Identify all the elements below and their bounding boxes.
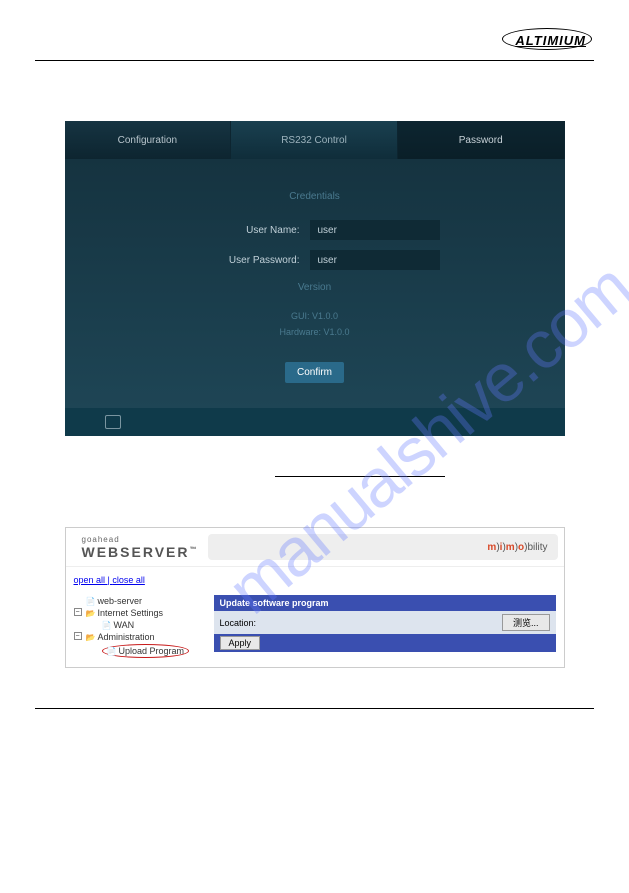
password-input[interactable] bbox=[310, 250, 440, 270]
collapse-icon[interactable]: − bbox=[74, 632, 82, 640]
tab-configuration[interactable]: Configuration bbox=[65, 121, 232, 159]
webserver-logo: goahead WEBSERVER™ bbox=[72, 535, 199, 560]
tree-wan[interactable]: WAN bbox=[74, 619, 198, 631]
tree-administration[interactable]: −Administration bbox=[74, 631, 198, 643]
tab-password[interactable]: Password bbox=[398, 121, 565, 159]
browse-button[interactable]: 测览... bbox=[502, 614, 550, 631]
banner: m)i)m)o)bility bbox=[208, 534, 557, 560]
username-input[interactable] bbox=[310, 220, 440, 240]
close-all-link[interactable]: close all bbox=[112, 575, 145, 585]
tab-rs232-control[interactable]: RS232 Control bbox=[231, 121, 398, 159]
folder-icon bbox=[86, 632, 96, 640]
tree-webserver[interactable]: web-server bbox=[74, 595, 198, 607]
tree-upload-program[interactable]: Upload Program bbox=[74, 643, 198, 659]
version-title: Version bbox=[95, 282, 535, 293]
page-icon bbox=[86, 596, 96, 604]
footer-rule bbox=[35, 708, 594, 709]
tree-internet-settings[interactable]: −Internet Settings bbox=[74, 607, 198, 619]
webserver-panel: goahead WEBSERVER™ m)i)m)o)bility open a… bbox=[65, 527, 565, 668]
nav-tree: open all | close all web-server −Interne… bbox=[66, 567, 206, 667]
tab-bar: Configuration RS232 Control Password bbox=[65, 121, 565, 159]
goahead-text: goahead bbox=[82, 535, 199, 544]
update-software-header: Update software program bbox=[214, 595, 556, 611]
folder-icon bbox=[86, 608, 96, 616]
credentials-panel: Configuration RS232 Control Password Cre… bbox=[65, 121, 565, 436]
confirm-button[interactable]: Confirm bbox=[285, 362, 344, 383]
header-rule bbox=[35, 60, 594, 61]
mimo-logo: m)i)m)o)bility bbox=[487, 542, 547, 553]
open-all-link[interactable]: open all bbox=[74, 575, 106, 585]
username-label: User Name: bbox=[190, 225, 300, 236]
password-label: User Password: bbox=[190, 255, 300, 266]
logo-text: ALTIMIUM bbox=[515, 33, 586, 48]
page-header: ALTIMIUM bbox=[35, 30, 594, 52]
apply-button[interactable]: Apply bbox=[220, 636, 261, 650]
page-icon bbox=[102, 620, 112, 628]
page-icon bbox=[107, 646, 117, 654]
gui-version: GUI: V1.0.0 bbox=[95, 311, 535, 321]
panel-footer bbox=[65, 408, 565, 436]
hardware-version: Hardware: V1.0.0 bbox=[95, 327, 535, 337]
content-area: Update software program Location: 测览... … bbox=[206, 567, 564, 667]
webserver-text: WEBSERVER bbox=[82, 544, 190, 560]
location-label: Location: bbox=[220, 618, 257, 628]
mid-underline bbox=[275, 476, 445, 477]
chat-icon[interactable] bbox=[105, 415, 121, 429]
altimium-logo: ALTIMIUM bbox=[507, 30, 594, 52]
collapse-icon[interactable]: − bbox=[74, 608, 82, 616]
credentials-title: Credentials bbox=[95, 191, 535, 202]
